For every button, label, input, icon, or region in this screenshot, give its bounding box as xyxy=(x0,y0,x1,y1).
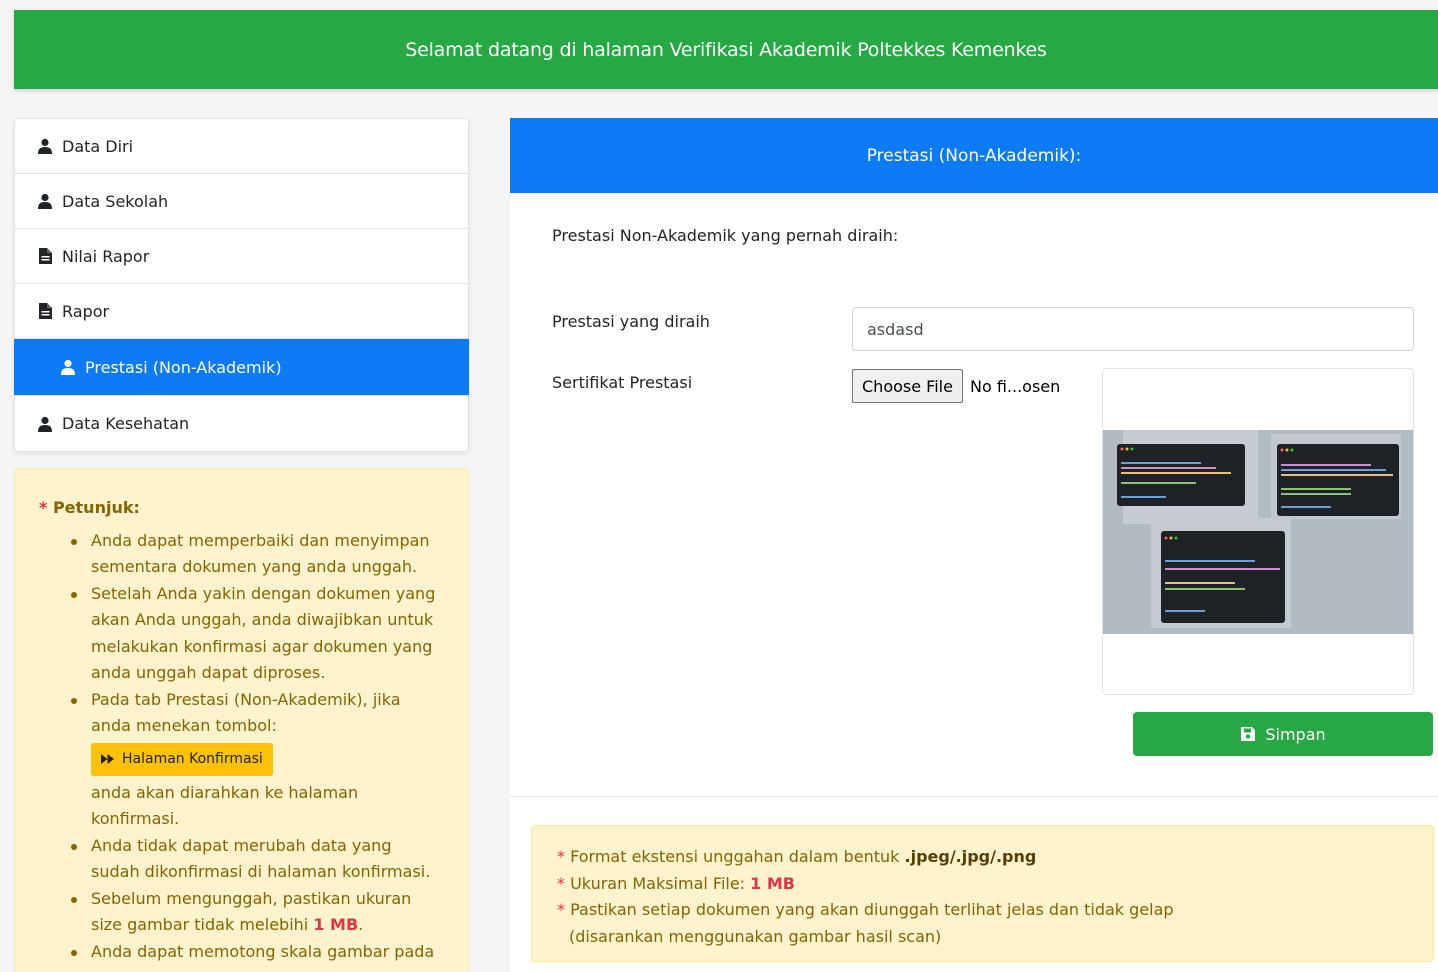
size-value: 1 MB xyxy=(750,873,795,893)
redirect-text: anda akan diarahkan ke halaman konfirmas… xyxy=(91,782,359,829)
list-item-text: Pada tab Prestasi (Non-Akademik), jika a… xyxy=(91,689,401,736)
sidebar-nav: Data Diri Data Sekolah Nilai Rapor Rapor… xyxy=(14,118,469,452)
size-info: * Ukuran Maksimal File: 1 MB xyxy=(557,871,1433,898)
clarity-note: (disarankan menggunakan gambar hasil sca… xyxy=(569,926,942,946)
list-item: Anda dapat memotong skala gambar pada xyxy=(71,939,444,966)
instructions-list: Anda dapat memperbaiki dan menyimpan sem… xyxy=(39,528,444,966)
user-icon xyxy=(37,416,53,432)
format-text: Format ekstensi unggahan dalam bentuk xyxy=(570,847,900,866)
list-item: Sebelum mengunggah, pastikan ukuran size… xyxy=(71,886,444,939)
achievement-input-value: asdasd xyxy=(867,319,924,339)
info-star: * xyxy=(557,873,565,893)
user-icon xyxy=(37,193,53,209)
fast-forward-icon xyxy=(101,754,114,764)
sidebar-item-data-sekolah[interactable]: Data Sekolah xyxy=(15,174,468,229)
certificate-image xyxy=(1103,430,1413,634)
sidebar-item-label: Rapor xyxy=(62,301,110,321)
save-button[interactable]: Simpan xyxy=(1133,712,1433,756)
format-value: .jpeg/.jpg/.png xyxy=(904,847,1037,866)
user-icon xyxy=(37,138,53,154)
sidebar-item-data-diri[interactable]: Data Diri xyxy=(15,119,468,174)
upload-info-panel: * Format ekstensi unggahan dalam bentuk … xyxy=(531,825,1434,962)
achievement-card: Prestasi (Non-Akademik): Prestasi Non-Ak… xyxy=(510,118,1438,972)
sidebar-item-label: Data Diri xyxy=(62,136,134,156)
list-item: Anda tidak dapat merubah data yang sudah… xyxy=(71,833,444,886)
confirm-page-button[interactable]: Halaman Konfirmasi xyxy=(91,742,273,776)
required-star: * xyxy=(39,498,48,517)
sidebar-item-data-kesehatan[interactable]: Data Kesehatan xyxy=(15,396,468,451)
sidebar-item-label: Nilai Rapor xyxy=(62,246,150,266)
clarity-info: * Pastikan setiap dokumen yang akan diun… xyxy=(557,897,1433,924)
welcome-banner: Selamat datang di halaman Verifikasi Aka… xyxy=(14,10,1438,89)
list-item: Setelah Anda yakin dengan dokumen yang a… xyxy=(71,581,444,687)
divider xyxy=(510,796,1438,797)
instructions-title-text: Petunjuk: xyxy=(52,498,140,517)
save-button-label: Simpan xyxy=(1265,724,1326,744)
achievement-input[interactable]: asdasd xyxy=(852,307,1414,351)
instructions-panel: * Petunjuk: Anda dapat memperbaiki dan m… xyxy=(14,468,469,972)
user-icon xyxy=(60,359,76,375)
sidebar-item-nilai-rapor[interactable]: Nilai Rapor xyxy=(15,229,468,284)
choose-file-button[interactable]: Choose File xyxy=(852,369,963,403)
list-item-text: Sebelum mengunggah, pastikan ukuran size… xyxy=(91,888,412,935)
card-intro: Prestasi Non-Akademik yang pernah diraih… xyxy=(552,226,899,245)
info-star: * xyxy=(557,847,565,866)
confirm-page-label: Halaman Konfirmasi xyxy=(122,750,263,767)
save-icon xyxy=(1241,727,1256,741)
list-item: Anda dapat memperbaiki dan menyimpan sem… xyxy=(71,528,444,581)
clarity-text: Pastikan setiap dokumen yang akan diungg… xyxy=(570,900,1174,919)
sidebar-item-label: Data Sekolah xyxy=(62,191,169,211)
instructions-title: * Petunjuk: xyxy=(39,495,444,522)
file-icon xyxy=(37,303,53,319)
achievement-label: Prestasi yang diraih xyxy=(552,312,710,331)
list-item: Pada tab Prestasi (Non-Akademik), jika a… xyxy=(71,687,444,833)
card-title: Prestasi (Non-Akademik): xyxy=(866,145,1082,166)
file-status: No fi...osen xyxy=(970,377,1061,396)
sidebar-item-prestasi[interactable]: Prestasi (Non-Akademik) xyxy=(14,339,469,396)
sidebar-item-label: Data Kesehatan xyxy=(62,414,190,433)
info-star: * xyxy=(557,900,565,919)
card-header: Prestasi (Non-Akademik): xyxy=(510,118,1438,193)
size-suffix: . xyxy=(358,915,364,934)
welcome-text: Selamat datang di halaman Verifikasi Aka… xyxy=(405,38,1047,61)
certificate-preview xyxy=(1102,368,1414,695)
sidebar-item-label: Prestasi (Non-Akademik) xyxy=(85,357,282,377)
size-text: Ukuran Maksimal File: xyxy=(570,873,746,893)
size-limit: 1 MB xyxy=(313,915,359,934)
sidebar-item-rapor[interactable]: Rapor xyxy=(15,284,468,339)
format-info: * Format ekstensi unggahan dalam bentuk … xyxy=(557,844,1433,871)
certificate-label: Sertifikat Prestasi xyxy=(552,373,693,392)
file-icon xyxy=(37,248,53,264)
